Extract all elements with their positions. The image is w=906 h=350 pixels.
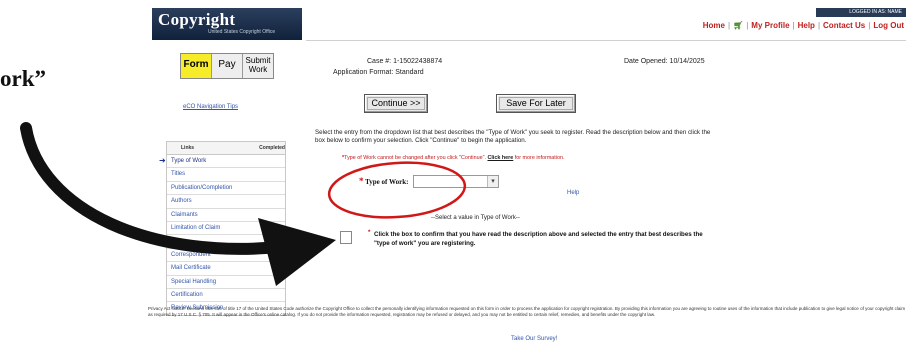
type-of-work-warning: *Type of Work cannot be changed after yo… xyxy=(342,155,565,161)
sidebar-item-publication-completion[interactable]: Publication/Completion xyxy=(167,182,285,196)
type-of-work-select[interactable]: ▾ xyxy=(413,175,499,188)
brand-title: Copyright xyxy=(158,10,236,29)
current-arrow-icon: ➜ xyxy=(159,156,166,165)
nav-log-out[interactable]: Log Out xyxy=(873,21,904,30)
nav-contact-us[interactable]: Contact Us xyxy=(823,21,865,30)
form-pay-submit-tabs: Form Pay Submit Work xyxy=(180,53,274,79)
sidebar-item-blank xyxy=(167,235,285,249)
date-opened: Date Opened: 10/14/2025 xyxy=(624,58,705,65)
select-value-message: --Select a value in Type of Work-- xyxy=(431,215,520,221)
sidebar-item-correspondent[interactable]: Correspondent xyxy=(167,249,285,263)
sidebar-item-claimants[interactable]: Claimants xyxy=(167,209,285,222)
case-label: Case #: xyxy=(367,58,392,65)
save-for-later-button[interactable]: Save For Later xyxy=(496,94,576,113)
application-format: Application Format: Standard xyxy=(333,69,424,76)
type-of-work-label: * Type of Work: xyxy=(359,176,409,186)
sidebar-item-titles[interactable]: Titles xyxy=(167,168,285,182)
case-value: 1-15022438874 xyxy=(393,58,443,65)
date-label: Date Opened: xyxy=(624,58,668,65)
instructions-text: Select the entry from the dropdown list … xyxy=(315,129,711,144)
confirm-text: * Click the box to confirm that you have … xyxy=(368,229,703,247)
site-header: Copyright United States Copyright Office… xyxy=(152,8,906,41)
nav-my-profile[interactable]: My Profile xyxy=(751,21,789,30)
completed-column-header: Completed xyxy=(259,145,285,151)
case-number: Case #: 1-15022438874 xyxy=(367,58,442,65)
chevron-down-icon[interactable]: ▾ xyxy=(487,176,498,187)
links-column-header: Links xyxy=(181,145,195,151)
links-table-header: Links Completed xyxy=(167,142,285,155)
sidebar-item-limitation-of-claim[interactable]: Limitation of Claim xyxy=(167,222,285,236)
annotation-headline: ork” xyxy=(0,66,46,91)
sidebar-item-mail-certificate[interactable]: Mail Certificate xyxy=(167,262,285,276)
sidebar-item-certification[interactable]: Certification xyxy=(167,289,285,303)
confirm-checkbox[interactable] xyxy=(340,231,352,244)
cart-icon[interactable]: 🛒︎ xyxy=(733,21,743,30)
top-nav: Home | 🛒︎ | My Profile | Help | Contact Us | Log O… xyxy=(702,21,904,30)
tab-submit-work[interactable]: Submit Work xyxy=(243,54,273,78)
date-value: 10/14/2025 xyxy=(669,58,705,65)
continue-button[interactable]: Continue >> xyxy=(364,94,428,113)
help-link[interactable]: Help xyxy=(567,190,579,196)
copyright-logo[interactable]: Copyright United States Copyright Office xyxy=(152,8,302,40)
format-value: Standard xyxy=(395,69,424,76)
privacy-act-notice: Privacy Act Notice: Sections 408-410 of … xyxy=(148,306,906,317)
tab-pay[interactable]: Pay xyxy=(212,54,243,78)
nav-help[interactable]: Help xyxy=(798,21,815,30)
brand-subtitle: United States Copyright Office xyxy=(208,29,276,35)
annotation-circle-icon xyxy=(327,161,467,219)
top-links-bar: LOGGED IN AS: NAME Home | 🛒︎ | My Profile | He… xyxy=(306,8,906,41)
sidebar-item-type-of-work[interactable]: ➜ Type of Work xyxy=(159,155,285,169)
user-bar: LOGGED IN AS: NAME xyxy=(816,8,906,17)
take-our-survey-link[interactable]: Take Our Survey! xyxy=(511,336,557,342)
section-links-table: Links Completed ➜ Type of Work Titles Pub… xyxy=(159,141,286,316)
nav-home[interactable]: Home xyxy=(703,21,725,30)
eco-navigation-tips-link[interactable]: eCO Navigation Tips xyxy=(183,104,238,110)
tab-form[interactable]: Form xyxy=(181,54,212,78)
format-label: Application Format: xyxy=(333,69,394,76)
sidebar-item-special-handling[interactable]: Special Handling xyxy=(167,276,285,289)
click-here-link[interactable]: Click here xyxy=(487,155,513,161)
sidebar-item-authors[interactable]: Authors xyxy=(167,195,285,209)
